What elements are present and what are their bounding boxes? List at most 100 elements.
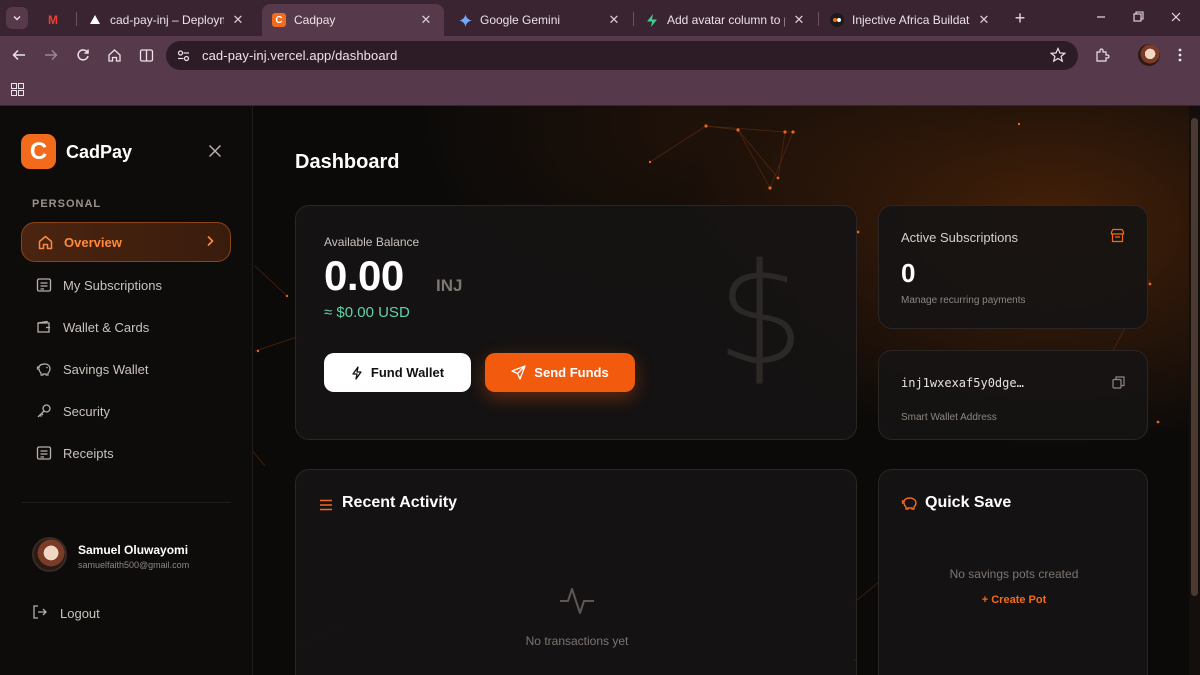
arrow-left-icon bbox=[12, 49, 25, 61]
subscriptions-count: 0 bbox=[901, 258, 916, 288]
split-view-button[interactable] bbox=[136, 45, 156, 65]
profile-avatar[interactable] bbox=[1138, 44, 1160, 66]
wallet-address-card: inj1wxexaf5y0dge… Smart Wallet Address bbox=[878, 350, 1148, 440]
avatar[interactable] bbox=[32, 537, 67, 572]
minimize-icon bbox=[1097, 16, 1105, 18]
restore-icon bbox=[1132, 11, 1144, 22]
store-icon bbox=[1110, 228, 1125, 248]
sidebar-item-label: Security bbox=[63, 403, 110, 419]
close-tab-icon[interactable]: ✕ bbox=[418, 12, 434, 28]
brand-name: CadPay bbox=[66, 142, 133, 162]
supabase-icon bbox=[645, 13, 659, 27]
tab-gmail[interactable]: M bbox=[36, 4, 76, 36]
dollar-sign-icon: $ bbox=[716, 234, 806, 397]
sidebar-item-label: Overview bbox=[64, 234, 122, 250]
activity-pulse-icon bbox=[559, 585, 595, 620]
close-sidebar-button[interactable] bbox=[208, 144, 224, 160]
list-icon bbox=[319, 498, 333, 516]
page-title: Dashboard bbox=[295, 151, 400, 173]
more-vertical-icon bbox=[1178, 48, 1182, 62]
sidebar-item-wallet-cards[interactable]: Wallet & Cards bbox=[21, 307, 231, 347]
create-pot-button[interactable]: + Create Pot bbox=[879, 594, 1149, 606]
home-icon bbox=[36, 233, 54, 251]
browser-menu-button[interactable] bbox=[1170, 45, 1190, 65]
tab-vercel-deployments[interactable]: cad-pay-inj – Deployments ✕ bbox=[78, 4, 256, 36]
back-button[interactable] bbox=[9, 45, 29, 65]
copy-icon[interactable] bbox=[1112, 376, 1125, 394]
balance-card: Available Balance 0.00 INJ ≈ $0.00 USD $… bbox=[295, 205, 857, 440]
wallet-address[interactable]: inj1wxexaf5y0dge… bbox=[901, 376, 1024, 390]
cadpay-app: C CadPay PERSONAL Overview My Subscripti… bbox=[0, 106, 1200, 675]
balance-label: Available Balance bbox=[324, 235, 420, 249]
receipt-icon bbox=[35, 444, 53, 462]
sidebar-item-overview[interactable]: Overview bbox=[21, 222, 231, 262]
apps-grid-icon[interactable] bbox=[11, 83, 24, 101]
gmail-icon: M bbox=[48, 13, 58, 27]
address-bar[interactable]: cad-pay-inj.vercel.app/dashboard bbox=[166, 41, 1078, 70]
gemini-icon bbox=[458, 13, 472, 27]
split-view-icon bbox=[139, 48, 153, 62]
minimize-button[interactable] bbox=[1091, 8, 1111, 28]
home-icon bbox=[107, 48, 121, 62]
user-name: Samuel Oluwayomi bbox=[78, 543, 189, 557]
receipt-list-icon bbox=[35, 276, 53, 294]
close-tab-icon[interactable]: ✕ bbox=[230, 12, 246, 28]
new-tab-button[interactable]: + bbox=[1009, 7, 1031, 29]
puzzle-icon bbox=[1096, 48, 1110, 62]
send-icon bbox=[511, 365, 526, 380]
sidebar-item-security[interactable]: Security bbox=[21, 391, 231, 431]
logout-icon bbox=[32, 604, 50, 622]
cadpay-icon: C bbox=[272, 13, 286, 27]
subscriptions-label: Active Subscriptions bbox=[901, 230, 1019, 245]
reload-icon bbox=[77, 49, 89, 61]
extensions-button[interactable] bbox=[1092, 45, 1112, 65]
sidebar-item-label: Savings Wallet bbox=[63, 361, 149, 377]
close-icon bbox=[1171, 12, 1181, 22]
send-funds-button[interactable]: Send Funds bbox=[485, 353, 635, 392]
sidebar-item-label: Wallet & Cards bbox=[63, 319, 150, 335]
tab-title: Add avatar column to prof bbox=[667, 13, 785, 27]
tab-title: cad-pay-inj – Deployments bbox=[110, 13, 224, 27]
browser-toolbar: cad-pay-inj.vercel.app/dashboard bbox=[0, 36, 1200, 74]
cadpay-logo[interactable]: C bbox=[21, 134, 56, 169]
balance-usd: ≈ $0.00 USD bbox=[324, 304, 410, 321]
recent-activity-title: Recent Activity bbox=[342, 494, 457, 511]
tab-injective[interactable]: Injective Africa Buildathon ✕ bbox=[820, 4, 1002, 36]
bookmark-star-icon[interactable] bbox=[1049, 47, 1067, 68]
url-text[interactable]: cad-pay-inj.vercel.app/dashboard bbox=[202, 48, 397, 63]
tab-supabase[interactable]: Add avatar column to prof ✕ bbox=[635, 4, 817, 36]
tab-search-button[interactable] bbox=[6, 7, 28, 29]
tab-cadpay[interactable]: C Cadpay ✕ bbox=[262, 4, 444, 36]
site-settings-icon[interactable] bbox=[176, 48, 191, 68]
balance-value: 0.00 bbox=[324, 252, 404, 299]
logout-label: Logout bbox=[60, 605, 100, 621]
sidebar-item-my-subscriptions[interactable]: My Subscriptions bbox=[21, 265, 231, 305]
logout-button[interactable]: Logout bbox=[32, 604, 100, 622]
vercel-icon bbox=[88, 13, 102, 27]
piggy-bank-icon bbox=[35, 360, 53, 378]
fund-wallet-button[interactable]: Fund Wallet bbox=[324, 353, 471, 392]
forward-button[interactable] bbox=[41, 45, 61, 65]
no-transactions-text: No transactions yet bbox=[525, 634, 629, 648]
window-close-button[interactable] bbox=[1166, 8, 1186, 28]
page-scrollbar-thumb[interactable] bbox=[1191, 118, 1198, 596]
home-button[interactable] bbox=[104, 45, 124, 65]
close-tab-icon[interactable]: ✕ bbox=[791, 12, 807, 28]
restore-button[interactable] bbox=[1128, 8, 1148, 28]
reload-button[interactable] bbox=[73, 45, 93, 65]
no-savings-pots-text: No savings pots created bbox=[949, 567, 1079, 581]
sidebar-section-label: PERSONAL bbox=[32, 198, 102, 210]
close-tab-icon[interactable]: ✕ bbox=[976, 12, 992, 28]
sidebar: C CadPay PERSONAL Overview My Subscripti… bbox=[0, 106, 253, 675]
sidebar-divider bbox=[21, 502, 231, 503]
recent-activity-card: Recent Activity No transactions yet bbox=[295, 469, 857, 675]
close-tab-icon[interactable]: ✕ bbox=[606, 12, 622, 28]
active-subscriptions-card[interactable]: Active Subscriptions 0 Manage recurring … bbox=[878, 205, 1148, 329]
tab-gemini[interactable]: Google Gemini ✕ bbox=[448, 4, 632, 36]
logo-letter: C bbox=[29, 137, 48, 165]
wallet-icon bbox=[35, 318, 53, 336]
piggy-bank-icon bbox=[901, 495, 919, 516]
sidebar-item-receipts[interactable]: Receipts bbox=[21, 433, 231, 473]
sidebar-item-savings-wallet[interactable]: Savings Wallet bbox=[21, 349, 231, 389]
quick-save-card: Quick Save No savings pots created + Cre… bbox=[878, 469, 1148, 675]
